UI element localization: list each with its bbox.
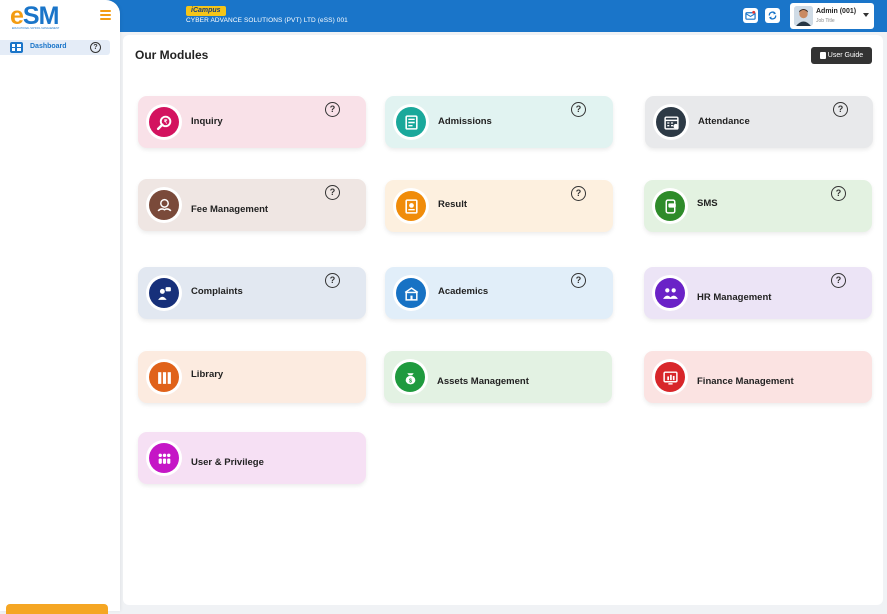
brand-badge: iCampus (186, 6, 226, 16)
sidebar-item-label: Dashboard (30, 43, 67, 50)
menu-toggle-icon[interactable] (100, 10, 111, 21)
avatar (794, 6, 813, 26)
logo-tagline: EDUCATIONAL SCHOOL MANAGEMENT (12, 27, 60, 30)
complaint-icon (149, 278, 179, 308)
help-icon[interactable]: ? (571, 186, 586, 201)
school-icon (396, 278, 426, 308)
module-label: Library (191, 369, 224, 380)
module-card-library[interactable]: Library (138, 351, 366, 403)
module-label: HR Management (697, 292, 772, 303)
module-label: Admissions (438, 116, 492, 127)
help-icon[interactable]: ? (325, 102, 340, 117)
help-icon[interactable]: ? (325, 185, 340, 200)
user-guide-button[interactable]: User Guide (811, 47, 872, 64)
people-icon (655, 278, 685, 308)
main-content: Our Modules User Guide ₹ Inquiry ? Admis… (123, 35, 883, 605)
calendar-icon (656, 107, 686, 137)
help-icon[interactable]: ? (90, 42, 101, 53)
search-icon: ₹ (149, 107, 179, 137)
module-label: Assets Management (437, 376, 529, 387)
certificate-icon (396, 191, 426, 221)
module-label: Inquiry (191, 116, 223, 127)
money-bag-icon: $ (395, 362, 425, 392)
sidebar: eSM EDUCATIONAL SCHOOL MANAGEMENT Dashbo… (0, 0, 120, 614)
company-name: CYBER ADVANCE SOLUTIONS (PVT) LTD (eSS) … (186, 17, 348, 24)
svg-text:₹: ₹ (163, 119, 167, 125)
page-title: Our Modules (135, 48, 209, 62)
help-icon[interactable]: ? (571, 273, 586, 288)
document-icon (396, 107, 426, 137)
sidebar-footer-button[interactable] (6, 604, 108, 614)
finance-chart-icon (655, 362, 685, 392)
book-icon (819, 52, 826, 59)
module-label: Result (438, 199, 468, 210)
refresh-icon[interactable] (765, 8, 780, 23)
module-card-sms[interactable]: SMS ? (644, 180, 872, 232)
user-group-icon (149, 443, 179, 473)
module-card-inquiry[interactable]: ₹ Inquiry ? (138, 96, 366, 148)
money-hand-icon (149, 190, 179, 220)
module-card-hr-management[interactable]: HR Management ? (644, 267, 872, 319)
module-label: SMS (697, 198, 718, 209)
notification-icon[interactable] (743, 8, 758, 23)
logo: eSM EDUCATIONAL SCHOOL MANAGEMENT (10, 2, 60, 31)
module-card-finance-management[interactable]: Finance Management (644, 351, 872, 403)
module-card-attendance[interactable]: Attendance ? (645, 96, 873, 148)
user-role: Job Title (816, 18, 835, 24)
user-name: Admin (001) (816, 8, 857, 15)
module-label: Fee Management (191, 204, 269, 215)
dashboard-icon (10, 42, 23, 53)
help-icon[interactable]: ? (571, 102, 586, 117)
module-label: Academics (438, 286, 489, 297)
module-card-result[interactable]: Result ? (385, 180, 613, 232)
module-card-academics[interactable]: Academics ? (385, 267, 613, 319)
module-label: Finance Management (697, 376, 794, 387)
top-bar: iCampus CYBER ADVANCE SOLUTIONS (PVT) LT… (0, 0, 887, 32)
module-card-assets-management[interactable]: $ Assets Management (384, 351, 612, 403)
sms-icon (655, 191, 685, 221)
chevron-down-icon[interactable] (863, 13, 869, 17)
module-label: Complaints (191, 286, 243, 297)
module-card-fee-management[interactable]: Fee Management ? (138, 179, 366, 231)
module-card-complaints[interactable]: Complaints ? (138, 267, 366, 319)
books-icon (149, 362, 179, 392)
user-guide-label: User Guide (827, 52, 864, 59)
module-label: Attendance (698, 116, 750, 127)
module-label: User & Privilege (191, 457, 264, 468)
help-icon[interactable]: ? (325, 273, 340, 288)
sidebar-item-dashboard[interactable]: Dashboard ? (0, 40, 110, 55)
svg-text:$: $ (409, 378, 412, 384)
module-card-admissions[interactable]: Admissions ? (385, 96, 613, 148)
help-icon[interactable]: ? (831, 186, 846, 201)
help-icon[interactable]: ? (833, 102, 848, 117)
help-icon[interactable]: ? (831, 273, 846, 288)
user-menu[interactable]: Admin (001) Job Title (790, 3, 874, 29)
module-card-user-privilege[interactable]: User & Privilege (138, 432, 366, 484)
